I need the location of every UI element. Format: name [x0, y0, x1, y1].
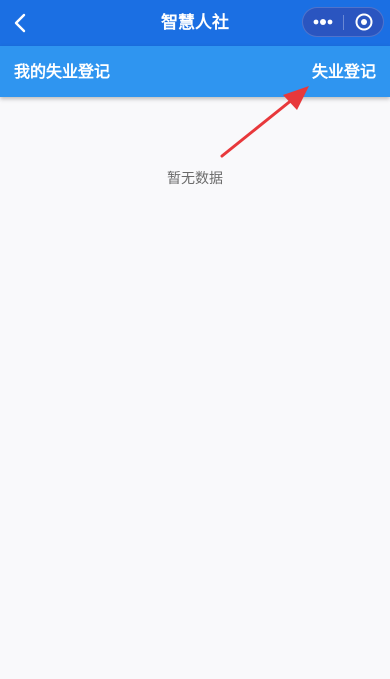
annotation-arrow-icon — [220, 86, 309, 158]
unemployment-registration-button[interactable]: 失业登记 — [312, 46, 376, 97]
chevron-left-icon — [14, 13, 26, 33]
target-circle-icon — [355, 13, 373, 31]
navigation-bar: 智慧人社 — [0, 0, 390, 46]
my-unemployment-registration-title: 我的失业登记 — [14, 62, 111, 81]
back-button[interactable] — [6, 8, 36, 38]
close-mini-program-button[interactable] — [344, 8, 384, 36]
more-dots-icon — [313, 19, 333, 25]
more-button[interactable] — [303, 8, 343, 36]
empty-state-text: 暂无数据 — [167, 171, 223, 187]
section-header: 我的失业登记 失业登记 — [0, 46, 390, 97]
mini-program-capsule — [302, 7, 384, 37]
